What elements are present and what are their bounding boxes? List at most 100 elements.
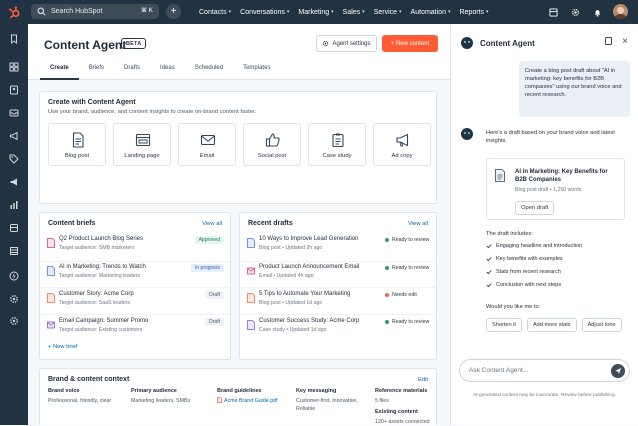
- inbox-icon[interactable]: [9, 108, 19, 118]
- envelope-icon: [47, 321, 55, 329]
- primary-audience: Primary audience Marketing leaders, SMBs: [131, 388, 191, 404]
- user-avatar[interactable]: [613, 4, 628, 19]
- nav-reports[interactable]: Reports ▾: [459, 9, 488, 16]
- brief-row[interactable]: Email Campaign: Summer Promo Target audi…: [47, 318, 224, 344]
- tab-briefs[interactable]: Briefs: [79, 64, 114, 80]
- nav-conversations[interactable]: Conversations ▾: [240, 9, 289, 16]
- status-badge: Draft: [205, 291, 224, 299]
- search-input[interactable]: Search HubSpot ⌘ K: [31, 4, 159, 19]
- marketplace-icon[interactable]: [549, 7, 558, 17]
- top-utility-icons: [536, 0, 602, 24]
- page-title: Content Agent: [44, 38, 127, 52]
- agent-settings-button[interactable]: Agent settings: [316, 35, 377, 52]
- settings-icon[interactable]: [9, 294, 19, 304]
- service-megaphone-icon[interactable]: [9, 177, 19, 187]
- brand-guide-link[interactable]: Acme Brand Guide.pdf: [217, 397, 278, 405]
- tile-case-study[interactable]: Case study: [308, 123, 366, 166]
- document-icon: [47, 293, 55, 303]
- notifications-bell-icon[interactable]: [593, 8, 602, 17]
- status-badge: Approved: [194, 236, 224, 244]
- recent-drafts-card: Recent drafts View all 10 Ways to Improv…: [239, 212, 437, 360]
- tile-landing-page[interactable]: Landing page: [113, 123, 171, 166]
- status-badge: In progress: [190, 264, 224, 272]
- document-icon: [247, 238, 255, 248]
- tab-templates[interactable]: Templates: [233, 64, 280, 80]
- agent-bot-icon: [461, 128, 473, 140]
- top-navigation-bar: Search HubSpot ⌘ K + Contacts ▾ Conversat…: [0, 0, 638, 24]
- nav-contacts[interactable]: Contacts ▾: [199, 9, 231, 16]
- library-icon[interactable]: [9, 223, 19, 233]
- new-content-button[interactable]: + New content: [382, 35, 438, 52]
- user-message: Create a blog post draft about "AI in ma…: [519, 61, 630, 117]
- browser-icon: [135, 133, 151, 147]
- include-item: Key benefits with examples: [486, 256, 563, 262]
- ask-agent-input[interactable]: Ask Content Agent...: [459, 359, 630, 382]
- brief-row[interactable]: Q2 Product Launch Blog Series Target aud…: [47, 236, 224, 262]
- create-plus-button[interactable]: +: [166, 4, 181, 19]
- contacts-icon[interactable]: [9, 85, 19, 95]
- content-agent-panel: Content Agent × Create a blog post draft…: [450, 24, 638, 425]
- content-briefs-card: Content briefs View all Q2 Product Launc…: [39, 212, 231, 360]
- key-messaging: Key messaging Customer-first, Innovative…: [296, 388, 358, 412]
- sales-tag-icon[interactable]: [9, 154, 19, 164]
- reports-bar-chart-icon[interactable]: [9, 200, 19, 210]
- nav-marketing[interactable]: Marketing ▾: [298, 9, 333, 16]
- dashboard-grid-icon[interactable]: [9, 62, 19, 72]
- document-icon: [495, 169, 505, 182]
- nav-automation[interactable]: Automation ▾: [411, 9, 451, 16]
- tile-email[interactable]: Email: [178, 123, 236, 166]
- clipboard-icon: [332, 133, 344, 148]
- tab-create[interactable]: Create: [40, 64, 79, 80]
- brand-edit-link[interactable]: Edit: [418, 377, 428, 383]
- draft-preview-card: AI in Marketing: Key Benefits for B2B Co…: [486, 158, 625, 220]
- tile-ad-copy[interactable]: Ad copy: [373, 123, 431, 166]
- send-button[interactable]: [611, 364, 625, 378]
- adjust-tone-chip[interactable]: Adjust tone: [581, 318, 622, 332]
- ai-disclaimer: AI-generated content may be inaccurate. …: [473, 393, 616, 398]
- status-badge: Draft: [205, 318, 224, 326]
- tab-drafts[interactable]: Drafts: [114, 64, 150, 80]
- tab-ideas[interactable]: Ideas: [150, 64, 185, 80]
- open-draft-button[interactable]: Open draft: [515, 201, 555, 215]
- close-icon[interactable]: ×: [622, 36, 628, 47]
- checkmark-icon: [486, 257, 492, 262]
- drafts-title: Recent drafts: [248, 220, 293, 227]
- agent-bot-icon: [461, 37, 473, 49]
- brand-voice: Brand voice Professional, friendly, clea…: [48, 388, 112, 404]
- shorten-chip[interactable]: Shorten it: [486, 318, 522, 332]
- include-item: Stats from recent research: [486, 269, 561, 275]
- lightning-icon[interactable]: [9, 271, 19, 281]
- bookmark-icon[interactable]: [9, 34, 19, 44]
- chevron-down-icon: ▾: [447, 9, 451, 15]
- reference-materials: Reference materials 5 files Existing con…: [375, 388, 430, 425]
- briefs-view-all-link[interactable]: View all: [202, 221, 222, 227]
- panel-title: Content Agent: [480, 39, 535, 48]
- main-content: Content Agent BETA Agent settings + New …: [28, 24, 450, 425]
- chevron-down-icon: ▾: [331, 9, 334, 15]
- nav-service[interactable]: Service ▾: [374, 9, 402, 16]
- pdf-file-icon: [217, 397, 222, 403]
- tile-social-post[interactable]: Social post: [243, 123, 301, 166]
- chevron-down-icon: ▾: [399, 9, 402, 15]
- marketing-megaphone-icon[interactable]: [9, 131, 19, 141]
- followup-prompt: Would you like me to:: [486, 304, 541, 310]
- envelope-icon: [200, 134, 216, 146]
- admin-gear-icon[interactable]: [9, 316, 19, 326]
- settings-gear-icon[interactable]: [571, 8, 580, 17]
- draft-row[interactable]: 10 Ways to Improve Lead Generation Blog …: [247, 236, 429, 262]
- nav-sales[interactable]: Sales ▾: [343, 9, 365, 16]
- agent-message: Here's a draft based on your brand voice…: [486, 130, 615, 144]
- draft-row[interactable]: Customer Success Study: Acme Corp Case s…: [247, 318, 429, 344]
- drafts-view-all-link[interactable]: View all: [408, 221, 428, 227]
- new-brief-link[interactable]: + New brief: [48, 344, 77, 350]
- hubspot-logo-icon[interactable]: [0, 0, 28, 24]
- expand-panel-icon[interactable]: [605, 37, 612, 45]
- document-icon: [47, 266, 55, 276]
- checkmark-icon: [486, 283, 492, 288]
- tile-blog-post[interactable]: Blog post: [48, 123, 106, 166]
- add-stats-chip[interactable]: Add more stats: [526, 318, 577, 332]
- database-icon[interactable]: [9, 246, 19, 256]
- tab-scheduled[interactable]: Scheduled: [185, 64, 233, 80]
- send-arrow-icon: [615, 368, 621, 374]
- include-item: Engaging headline and introduction: [486, 243, 582, 249]
